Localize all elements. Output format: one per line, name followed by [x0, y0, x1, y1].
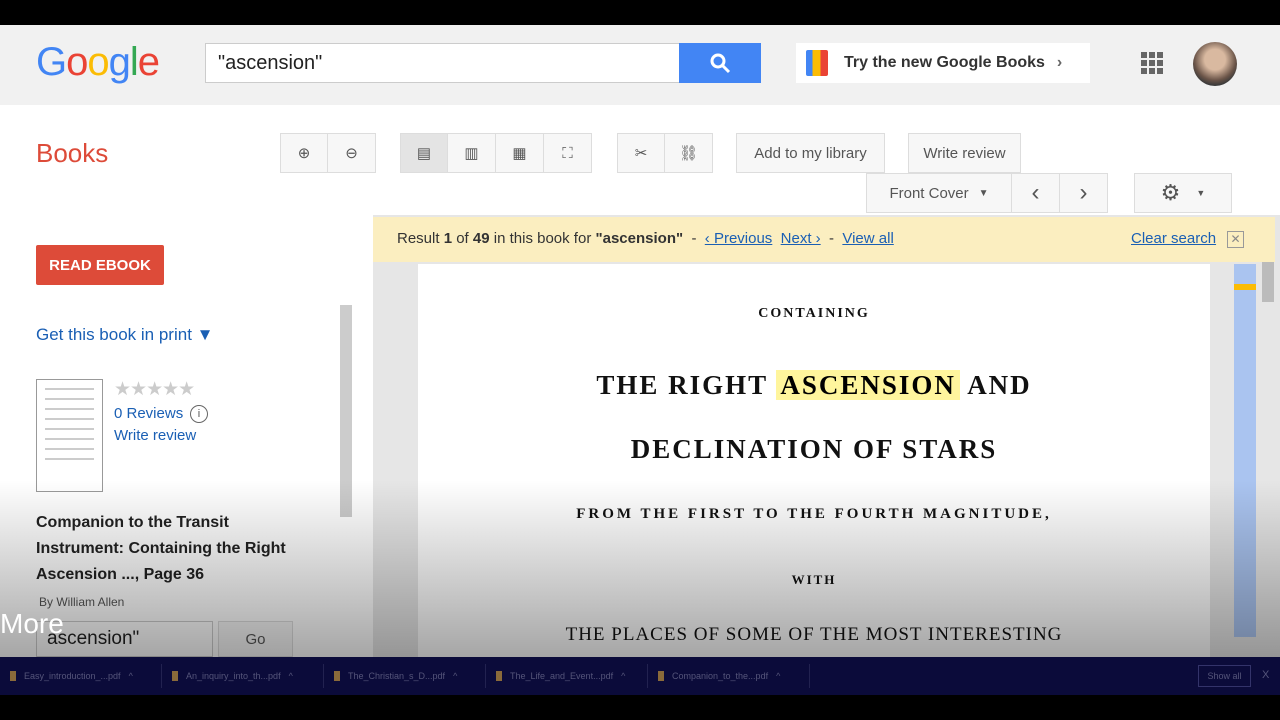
search-highlight: ASCENSION [776, 370, 960, 400]
front-cover-dropdown[interactable]: Front Cover ▼ [866, 173, 1012, 213]
get-print-link[interactable]: Get this book in print ▼ [36, 325, 213, 345]
go-button[interactable]: Go [218, 621, 293, 657]
caret-down-icon: ▼ [1196, 188, 1206, 198]
show-all-button[interactable]: Show all [1198, 665, 1251, 687]
chevron-left-icon: ‹ [1031, 179, 1040, 206]
previous-result-link[interactable]: ‹ Previous [705, 230, 773, 247]
page-text: FROM THE FIRST TO THE FOURTH MAGNITUDE, [576, 506, 1052, 522]
close-icon[interactable]: ✕ [1227, 231, 1244, 248]
book-title: Companion to the Transit Instrument: Con… [36, 514, 286, 583]
downloads-bar: Easy_introduction_...pdf ^ An_inquiry_int… [0, 657, 1280, 695]
write-review-button[interactable]: Write review [908, 133, 1021, 173]
search-button[interactable] [679, 43, 761, 83]
chevron-right-icon: › [1079, 179, 1088, 206]
chevron-up-icon: ^ [128, 671, 133, 681]
gear-icon: ⚙ [1160, 180, 1181, 205]
books-app-icon [806, 50, 828, 76]
download-item[interactable]: The_Life_and_Event...pdf ^ [486, 664, 648, 688]
zoom-in-button[interactable]: ⊕ [280, 133, 328, 173]
pdf-icon [658, 671, 664, 681]
fullscreen-icon: ⛶ [562, 144, 573, 162]
download-item[interactable]: An_inquiry_into_th...pdf ^ [162, 664, 324, 688]
book-page: CONTAINING THE RIGHT ASCENSION AND DECLI… [418, 264, 1210, 657]
download-item[interactable]: Easy_introduction_...pdf ^ [0, 664, 162, 688]
caret-down-icon: ▼ [978, 187, 989, 199]
next-page-button[interactable]: › [1060, 173, 1108, 213]
clip-button[interactable]: ✂ [617, 133, 665, 173]
chevron-up-icon: ^ [288, 671, 293, 681]
zoom-out-button[interactable]: ⊖ [328, 133, 376, 173]
chevron-right-icon: › [1056, 54, 1063, 71]
link-icon: ⛓ [678, 145, 699, 162]
fullscreen-button[interactable]: ⛶ [544, 133, 592, 173]
sidebar-scrollbar[interactable] [340, 305, 352, 517]
search-result-bar: Result 1 of 49 in this book for "ascensi… [373, 217, 1275, 262]
pdf-icon [172, 671, 178, 681]
book-icon: ▥ [464, 145, 479, 162]
star-rating[interactable]: ★★★★★ [114, 378, 195, 401]
read-ebook-button[interactable]: READ EBOOK [36, 245, 164, 285]
page-text: WITH [791, 572, 837, 587]
page-icon: ▤ [416, 145, 432, 162]
pdf-icon [334, 671, 340, 681]
apps-grid-icon[interactable] [1141, 52, 1163, 74]
download-item[interactable]: Companion_to_the...pdf ^ [648, 664, 810, 688]
google-logo[interactable]: Google [36, 40, 160, 85]
thumbnail-button[interactable]: ▦ [496, 133, 544, 173]
chevron-up-icon: ^ [453, 671, 458, 681]
zoom-in-icon: ⊕ [297, 145, 311, 162]
avatar[interactable] [1193, 42, 1237, 86]
try-new-books-button[interactable]: Try the new Google Books › [796, 43, 1090, 83]
pdf-icon [496, 671, 502, 681]
pdf-icon [10, 671, 16, 681]
search-icon [710, 53, 731, 74]
more-overlay-text[interactable]: More [0, 608, 64, 640]
page-heading: THE RIGHT ASCENSION AND [596, 370, 1032, 400]
grid-icon: ▦ [512, 145, 527, 162]
scissors-icon: ✂ [634, 145, 648, 162]
view-all-link[interactable]: View all [842, 230, 893, 247]
download-item[interactable]: The_Christian_s_D...pdf ^ [324, 664, 486, 688]
page-heading: DECLINATION OF STARS [630, 434, 998, 464]
search-input[interactable]: "ascension" [205, 43, 680, 83]
two-page-button[interactable]: ▥ [448, 133, 496, 173]
next-result-link[interactable]: Next › [781, 230, 821, 247]
page-text: THE PLACES OF SOME OF THE MOST INTERESTI… [565, 624, 1063, 645]
link-button[interactable]: ⛓ [665, 133, 713, 173]
clear-search-link[interactable]: Clear search [1131, 230, 1216, 247]
book-cover-thumbnail[interactable] [36, 379, 103, 492]
viewer-scrollbar[interactable] [1262, 262, 1274, 302]
prev-page-button[interactable]: ‹ [1012, 173, 1060, 213]
page-scroll-strip[interactable] [1234, 264, 1256, 637]
add-to-library-button[interactable]: Add to my library [736, 133, 885, 173]
chevron-up-icon: ^ [621, 671, 626, 681]
single-page-button[interactable]: ▤ [400, 133, 448, 173]
write-review-link[interactable]: Write review [114, 427, 196, 444]
page-text: CONTAINING [758, 306, 870, 321]
info-icon[interactable]: i [190, 405, 208, 423]
reviews-link[interactable]: 0 Reviews [114, 405, 183, 422]
result-marker [1234, 284, 1256, 290]
chevron-up-icon: ^ [776, 671, 781, 681]
book-author: By William Allen [39, 595, 125, 609]
books-brand[interactable]: Books [36, 138, 108, 169]
settings-button[interactable]: ⚙ ▼ [1134, 173, 1232, 213]
close-downloads-button[interactable]: X [1262, 669, 1269, 681]
zoom-out-icon: ⊖ [345, 145, 358, 162]
